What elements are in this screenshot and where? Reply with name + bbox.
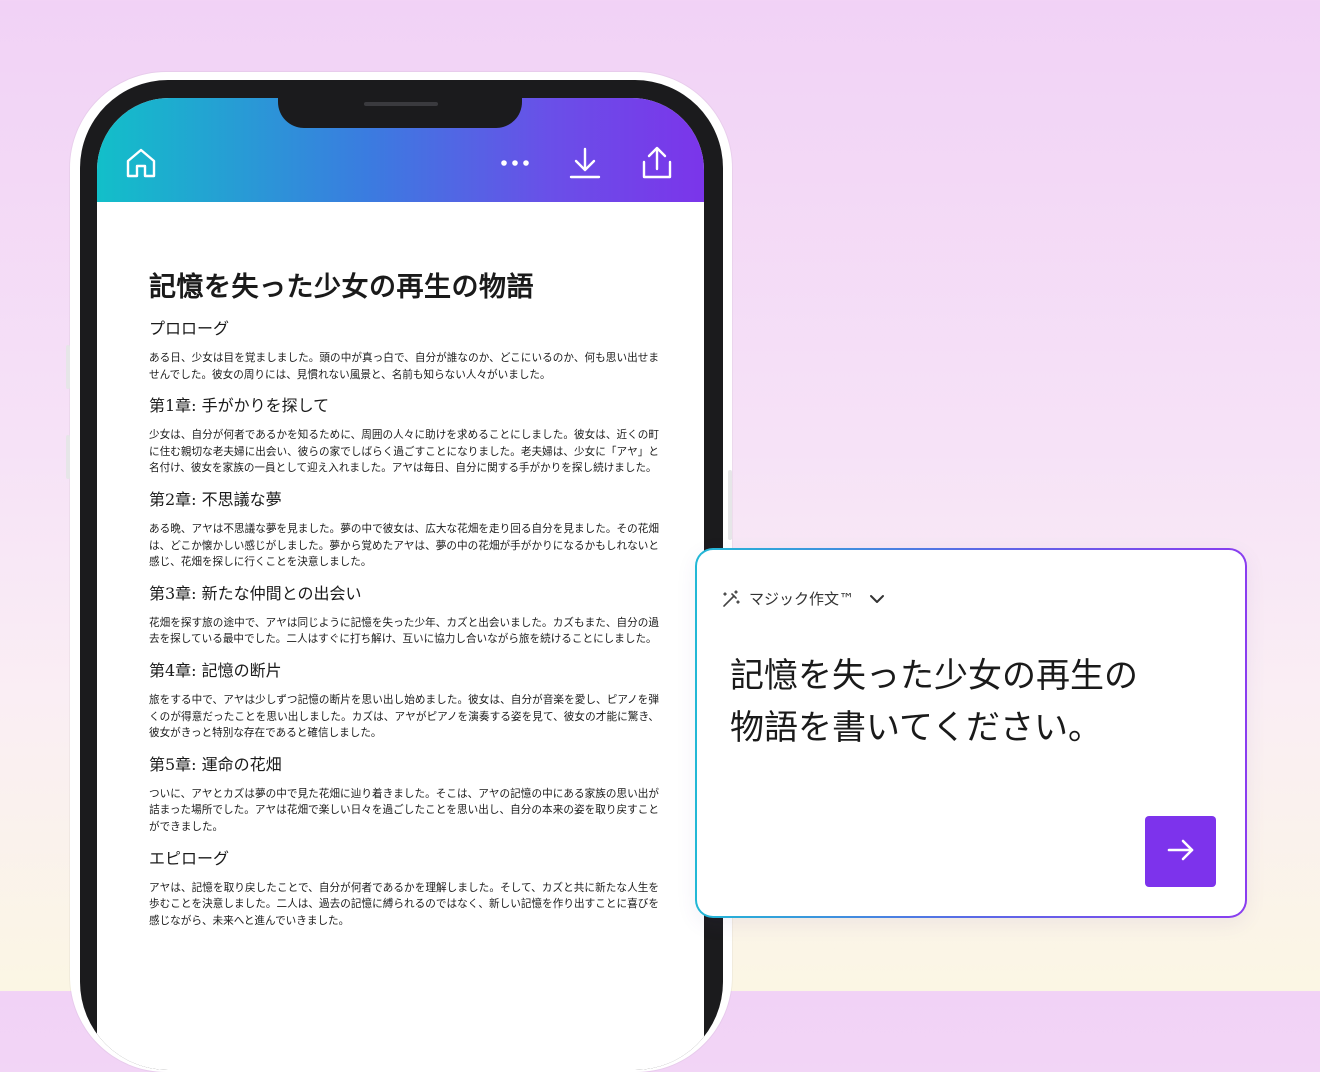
prompt-text[interactable]: 記憶を失った少女の再生の 物語を書いてください。 (730, 650, 1200, 754)
magic-write-dropdown[interactable]: マジック作文™ (721, 588, 886, 609)
more-icon[interactable] (498, 146, 532, 180)
phone-screen: 記憶を失った少女の再生の物語 プロローグ ある日、少女は目を覚ましました。頭の中… (97, 98, 704, 1070)
phone-speaker (364, 102, 438, 106)
phone-notch (278, 98, 522, 128)
section-heading: 第4章: 記憶の断片 (149, 660, 282, 680)
phone-side-button (66, 435, 70, 479)
section-heading: 第2章: 不思議な夢 (149, 489, 282, 509)
phone-side-button (728, 470, 732, 540)
download-icon[interactable] (568, 146, 602, 180)
arrow-right-icon (1165, 834, 1197, 870)
section-body: ある晩、アヤは不思議な夢を見ました。夢の中で彼女は、広大な花畑を走り回る自分を見… (149, 522, 659, 569)
phone-frame: 記憶を失った少女の再生の物語 プロローグ ある日、少女は目を覚ましました。頭の中… (80, 80, 723, 1070)
section-body: アヤは、記憶を取り戻したことで、自分が何者であるかを理解しました。そして、カズと… (149, 881, 659, 927)
prompt-line: 記憶を失った少女の再生の (730, 656, 1138, 696)
section-heading: プロローグ (149, 319, 230, 338)
section-heading: エピローグ (149, 848, 230, 868)
section-heading: 第3章: 新たな仲間との出会い (149, 583, 362, 603)
phone-side-button (66, 345, 70, 389)
home-icon[interactable] (124, 146, 158, 180)
section-body: ついに、アヤとカズは夢の中で見た花畑に辿り着きました。そこは、アヤの記憶の中にあ… (149, 787, 659, 833)
send-button[interactable] (1145, 816, 1216, 887)
document-title: 記憶を失った少女の再生の物語 (149, 272, 534, 303)
section-heading: 第1章: 手がかりを探して (149, 396, 330, 416)
magic-write-label: マジック作文™ (749, 590, 855, 608)
section-body: 花畑を探す旅の途中で、アヤは同じように記憶を失った少年、カズと出会いました。カズ… (149, 616, 659, 646)
prompt-line: 物語を書いてください。 (730, 708, 1102, 748)
section-heading: 第5章: 運命の花畑 (149, 754, 282, 774)
magic-write-card: マジック作文™ 記憶を失った少女の再生の 物語を書いてください。 (695, 548, 1247, 918)
section-body: 旅をする中で、アヤは少しずつ記憶の断片を思い出し始めました。彼女は、自分が音楽を… (149, 693, 659, 740)
chevron-down-icon (868, 590, 886, 608)
section-body: ある日、少女は目を覚ましました。頭の中が真っ白で、自分が誰なのか、どこにいるのか… (149, 352, 659, 381)
section-body: 少女は、自分が何者であるかを知るために、周囲の人々に助けを求めることにしました。… (149, 429, 659, 475)
magic-wand-icon (721, 589, 741, 609)
share-icon[interactable] (640, 146, 674, 180)
document-content: 記憶を失った少女の再生の物語 プロローグ ある日、少女は目を覚ましました。頭の中… (149, 270, 659, 941)
